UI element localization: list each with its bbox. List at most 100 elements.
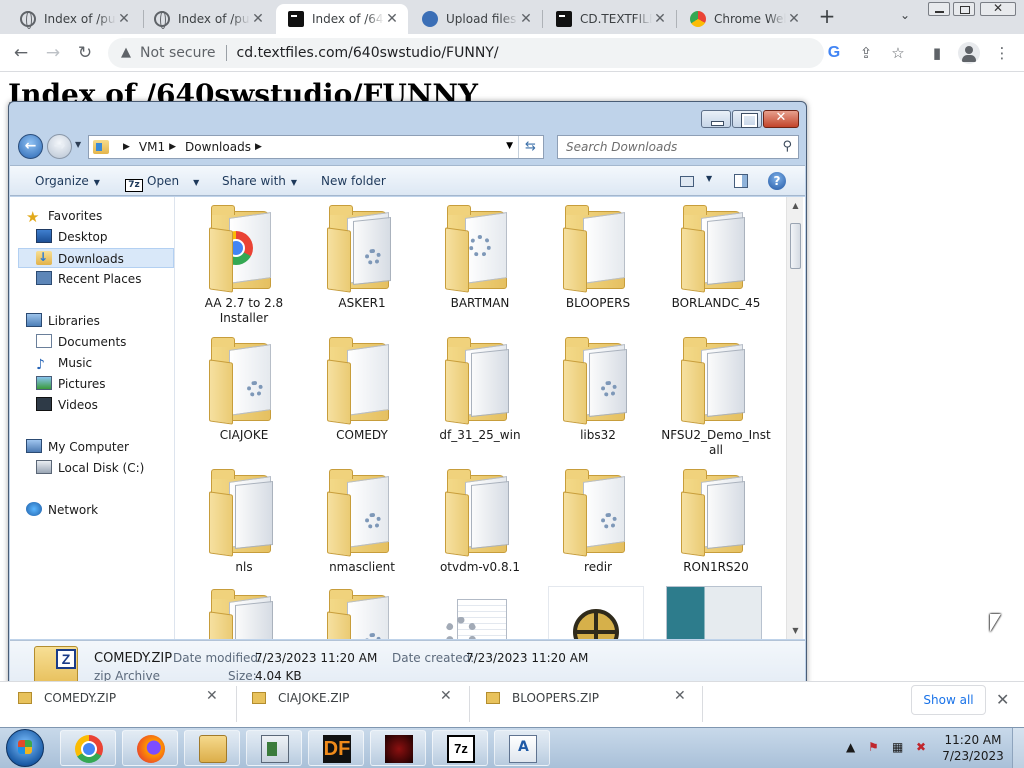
start-button[interactable] <box>6 729 44 767</box>
folder-item[interactable]: libs32 <box>542 337 654 443</box>
download-item-comedy[interactable]: COMEDY.ZIP ✕ <box>18 688 218 708</box>
folder-item[interactable]: BORLANDC_45 <box>660 205 772 311</box>
address-history-dropdown-icon[interactable]: ▼ <box>506 141 513 151</box>
tab-search-button[interactable]: ⌄ <box>896 8 914 26</box>
tab-index-pub-2[interactable]: Index of /pub ✕ <box>142 4 274 34</box>
nav-music[interactable]: ♪ Music <box>36 353 92 373</box>
nav-videos[interactable]: Videos <box>36 395 98 415</box>
side-panel-icon[interactable]: ▮ <box>926 42 948 64</box>
show-hidden-icons-icon[interactable]: ▲ <box>846 740 855 754</box>
refresh-icon[interactable]: ⇆ <box>518 136 542 158</box>
close-window-button[interactable]: ✕ <box>980 1 1016 16</box>
taskbar-red-app[interactable] <box>370 730 426 766</box>
minimize-button[interactable] <box>928 2 950 16</box>
bookmark-star-icon[interactable]: ☆ <box>887 42 909 64</box>
close-icon[interactable]: ✕ <box>652 11 668 27</box>
forward-button[interactable]: → <box>40 40 66 66</box>
close-icon[interactable]: ✕ <box>786 11 802 27</box>
taskbar-notepad[interactable] <box>246 730 302 766</box>
nav-favorites[interactable]: ★ Favorites <box>26 206 102 226</box>
image-file-item[interactable] <box>666 586 762 639</box>
folder-item[interactable]: otvdm-v0.8.1 <box>424 469 536 575</box>
show-all-downloads-button[interactable]: Show all <box>911 685 986 715</box>
close-icon[interactable]: ✕ <box>384 11 400 27</box>
download-item-ciajoke[interactable]: CIAJOKE.ZIP ✕ <box>252 688 452 708</box>
download-menu-icon[interactable]: ✕ <box>206 688 218 704</box>
volume-muted-icon[interactable]: ✖ <box>916 740 926 754</box>
share-icon[interactable]: ⇪ <box>855 42 877 64</box>
close-icon[interactable]: ✕ <box>518 11 534 27</box>
search-icon[interactable]: ⚲ <box>782 136 792 158</box>
help-icon[interactable]: ? <box>768 172 786 190</box>
folder-item[interactable]: NFSU2_Demo_Install <box>660 337 772 458</box>
nav-my-computer[interactable]: My Computer <box>26 437 129 457</box>
scroll-up-icon[interactable]: ▲ <box>787 197 804 214</box>
chevron-down-icon[interactable]: ▼ <box>706 174 712 183</box>
open-button[interactable]: 7z Open ▼ <box>125 174 199 192</box>
show-desktop-button[interactable] <box>1012 728 1024 768</box>
nav-documents[interactable]: Documents <box>36 332 126 352</box>
nav-downloads[interactable]: Downloads <box>18 247 174 268</box>
breadcrumb-vm1[interactable]: VM1 <box>139 140 165 154</box>
explorer-forward-button[interactable]: → <box>47 134 72 159</box>
system-clock[interactable]: 11:20 AM 7/23/2023 <box>942 732 1004 764</box>
folder-item[interactable] <box>306 589 418 639</box>
address-bar[interactable]: ▲ Not secure cd.textfiles.com/640swstudi… <box>108 38 824 68</box>
url-text[interactable]: cd.textfiles.com/640swstudio/FUNNY/ <box>237 45 499 61</box>
taskbar-df[interactable]: DF <box>308 730 364 766</box>
maximize-button[interactable] <box>953 2 975 16</box>
folder-item[interactable]: redir <box>542 469 654 575</box>
preview-pane-icon[interactable] <box>732 172 750 190</box>
taskbar-firefox[interactable] <box>122 730 178 766</box>
profile-avatar-icon[interactable] <box>958 42 980 64</box>
folder-item[interactable]: df_31_25_win <box>424 337 536 443</box>
chevron-right-icon[interactable]: ▶ <box>123 142 130 152</box>
folder-item[interactable]: CIAJOKE <box>188 337 300 443</box>
explorer-back-button[interactable]: ← <box>18 134 43 159</box>
tab-chrome-web-store[interactable]: Chrome Web ✕ <box>678 4 810 34</box>
folder-item[interactable] <box>188 589 300 639</box>
google-lens-icon[interactable]: G <box>823 42 845 64</box>
nav-network[interactable]: Network <box>26 500 98 520</box>
folder-item[interactable]: BARTMAN <box>424 205 536 311</box>
folder-item[interactable]: RON1RS20 <box>660 469 772 575</box>
file-item[interactable] <box>424 595 536 639</box>
nav-recent-places[interactable]: Recent Places <box>36 269 141 289</box>
tab-upload-files[interactable]: Upload files ✕ <box>410 4 542 34</box>
nav-pictures[interactable]: Pictures <box>36 374 106 394</box>
download-menu-icon[interactable]: ✕ <box>674 688 686 704</box>
nav-libraries[interactable]: Libraries <box>26 311 100 331</box>
taskbar-7zip[interactable]: 7z <box>432 730 488 766</box>
taskbar-chrome[interactable] <box>60 730 116 766</box>
new-tab-button[interactable]: + <box>816 6 838 28</box>
tab-cd-textfiles[interactable]: CD.TEXTFILES ✕ <box>544 4 676 34</box>
vertical-scrollbar[interactable]: ▲ ▼ <box>786 197 803 639</box>
nav-local-disk[interactable]: Local Disk (C:) <box>36 458 144 478</box>
breadcrumb-downloads[interactable]: Downloads <box>185 140 251 154</box>
tab-index-pub-1[interactable]: Index of /pub ✕ <box>8 4 140 34</box>
explorer-breadcrumb[interactable]: ▶ VM1 ▶ Downloads ▶ ▼ ⇆ <box>88 135 544 159</box>
folder-item[interactable]: BLOOPERS <box>542 205 654 311</box>
new-folder-button[interactable]: New folder <box>321 174 386 188</box>
close-icon[interactable]: ✕ <box>116 11 132 27</box>
chevron-right-icon[interactable]: ▶ <box>169 142 176 152</box>
view-options-icon[interactable] <box>678 172 696 190</box>
nav-desktop[interactable]: Desktop <box>36 227 108 247</box>
zip-file-item[interactable] <box>548 586 644 639</box>
recent-pages-dropdown-icon[interactable]: ▼ <box>75 140 81 149</box>
folder-item[interactable]: AA 2.7 to 2.8 Installer <box>188 205 300 326</box>
explorer-close-button[interactable]: ✕ <box>763 110 799 128</box>
download-menu-icon[interactable]: ✕ <box>440 688 452 704</box>
folder-item[interactable]: nmasclient <box>306 469 418 575</box>
tab-index-640-active[interactable]: Index of /640 ✕ <box>276 4 408 34</box>
search-input[interactable]: Search Downloads ⚲ <box>557 135 799 159</box>
folder-item[interactable]: ASKER1 <box>306 205 418 311</box>
close-icon[interactable]: ✕ <box>250 11 266 27</box>
scrollbar-thumb[interactable] <box>790 223 801 269</box>
explorer-minimize-button[interactable] <box>701 110 731 128</box>
reload-button[interactable]: ↻ <box>72 40 98 66</box>
taskbar-document[interactable] <box>494 730 550 766</box>
folder-item[interactable]: nls <box>188 469 300 575</box>
chevron-right-icon[interactable]: ▶ <box>255 142 262 152</box>
organize-button[interactable]: Organize ▼ <box>35 174 100 188</box>
